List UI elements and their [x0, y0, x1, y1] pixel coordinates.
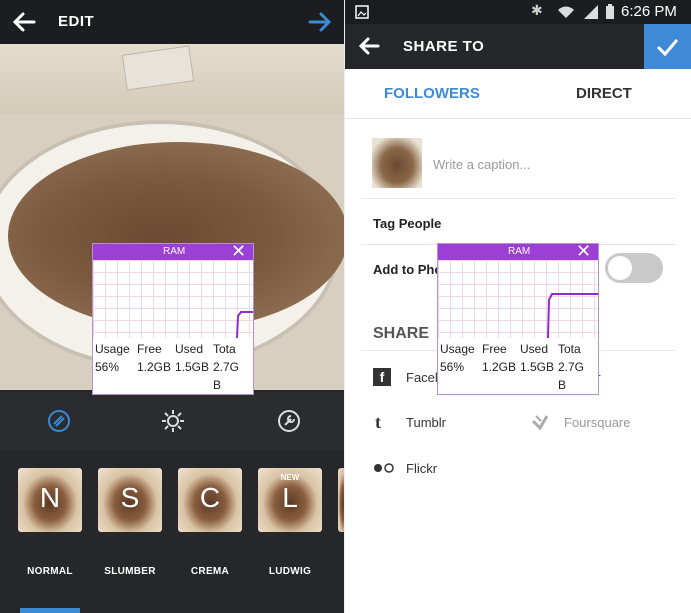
close-icon[interactable]: ✕	[231, 241, 246, 262]
ram-header-free: Free	[137, 342, 162, 356]
filter-label-slumber[interactable]: SLUMBER	[90, 566, 170, 577]
filter-letter: N	[39, 482, 61, 513]
share-foursquare[interactable]: Foursquare	[564, 415, 630, 430]
caption-input[interactable]: Write a caption...	[433, 157, 530, 172]
ram-value-usage: 56%	[440, 360, 465, 374]
ram-value-used: 1.5GB	[175, 360, 210, 374]
add-to-photo-map-label[interactable]: Add to Pho	[373, 262, 442, 277]
share-screen: ✱ 6:26 PM SHARE TO FOLLOWERS DIRECT Writ…	[345, 0, 691, 613]
ram-value-total-wrap: B	[558, 378, 567, 392]
edit-toolbar: EDIT	[0, 0, 345, 44]
next-arrow-icon[interactable]	[306, 9, 334, 35]
ram-stats: Usage Free Used Tota 56% 1.2GB 1.5GB 2.7…	[95, 342, 251, 396]
ram-header-total: Tota	[213, 342, 236, 356]
foursquare-icon	[531, 415, 549, 431]
selected-filter-indicator	[20, 608, 80, 613]
ram-value-total: 2.7G	[213, 360, 240, 374]
ram-header-usage: Usage	[440, 342, 475, 356]
filter-thumb-slumber[interactable]: S	[98, 468, 162, 532]
status-time: 6:26 PM	[621, 3, 677, 20]
ram-header-free: Free	[482, 342, 507, 356]
share-heading: SHARE	[373, 325, 430, 342]
ram-value-total-wrap: B	[213, 378, 222, 392]
edit-tools-bar	[0, 392, 345, 450]
close-icon[interactable]: ✕	[576, 241, 591, 262]
filter-thumb-ludwig[interactable]: NEW L	[258, 468, 322, 532]
gallery-icon	[355, 5, 369, 19]
ram-usage-line	[236, 311, 253, 339]
share-tumblr[interactable]: Tumblr	[406, 415, 446, 430]
ram-widget[interactable]: RAM ✕ Usage Free Used Tota 56% 1.2GB 1.5…	[437, 241, 599, 396]
tag-people-row[interactable]: Tag People	[373, 216, 441, 231]
ram-value-used: 1.5GB	[520, 360, 555, 374]
edit-screen: EDIT N S C NEW L NORMAL SLUMBER CREMA LU…	[0, 0, 345, 613]
brightness-icon[interactable]	[160, 408, 186, 434]
ram-stats: Usage Free Used Tota 56% 1.2GB 1.5GB 2.7…	[440, 342, 596, 396]
tab-direct[interactable]: DIRECT	[576, 85, 632, 102]
filter-letter: C	[199, 482, 221, 513]
share-flickr[interactable]: Flickr	[406, 461, 437, 476]
share-tabs: FOLLOWERS DIRECT	[345, 69, 691, 119]
ram-title-bar[interactable]: RAM ✕	[438, 241, 598, 262]
filter-letter: S	[120, 482, 140, 513]
facebook-icon: f	[373, 368, 391, 386]
caption-row: Write a caption...	[361, 124, 676, 199]
ram-title: RAM	[163, 246, 186, 257]
filter-label-normal[interactable]: NORMAL	[10, 566, 90, 577]
ram-value-free: 1.2GB	[482, 360, 517, 374]
share-toolbar: SHARE TO	[345, 24, 691, 69]
lux-icon[interactable]	[46, 408, 72, 434]
ram-graph	[438, 260, 598, 339]
ram-graph	[93, 260, 253, 339]
ram-title-bar[interactable]: RAM ✕	[93, 241, 253, 262]
filter-label-ludwig[interactable]: LUDWIG	[250, 566, 330, 577]
bluetooth-icon: ✱	[531, 2, 543, 18]
battery-icon	[606, 4, 614, 19]
ram-value-free: 1.2GB	[137, 360, 172, 374]
new-badge: NEW	[280, 473, 300, 482]
share-facebook[interactable]: Facel	[406, 370, 438, 385]
share-confirm-button[interactable]	[644, 24, 691, 69]
ram-title: RAM	[508, 246, 531, 257]
photo-map-toggle[interactable]	[605, 253, 663, 283]
ram-widget[interactable]: RAM ✕ Usage Free Used Tota 56% 1.2GB 1.5…	[92, 241, 254, 396]
signal-icon	[584, 5, 598, 19]
ram-value-total: 2.7G	[558, 360, 585, 374]
ram-header-usage: Usage	[95, 342, 130, 356]
settings-wrench-icon[interactable]	[276, 408, 302, 434]
wifi-icon	[558, 6, 574, 18]
tabs-divider	[345, 118, 691, 119]
checkmark-icon	[656, 39, 679, 57]
filter-letter: L	[282, 482, 298, 513]
edit-title: EDIT	[58, 13, 95, 30]
ram-header-total: Tota	[558, 342, 581, 356]
filter-label-crema[interactable]: CREMA	[170, 566, 250, 577]
photo-thumbnail	[372, 138, 422, 188]
share-title: SHARE TO	[403, 38, 485, 55]
ram-usage-line	[547, 293, 598, 339]
filter-thumb-normal[interactable]: N	[18, 468, 82, 532]
back-arrow-icon[interactable]	[357, 35, 381, 57]
tab-followers[interactable]: FOLLOWERS	[384, 85, 480, 102]
filter-thumb-crema[interactable]: C	[178, 468, 242, 532]
tumblr-icon: t	[375, 412, 381, 432]
flickr-icon	[374, 463, 394, 473]
ram-header-used: Used	[520, 342, 549, 356]
ram-header-used: Used	[175, 342, 204, 356]
toggle-knob	[608, 256, 632, 280]
back-arrow-icon[interactable]	[10, 9, 38, 35]
status-bar: ✱ 6:26 PM	[345, 0, 691, 24]
ram-value-usage: 56%	[95, 360, 120, 374]
